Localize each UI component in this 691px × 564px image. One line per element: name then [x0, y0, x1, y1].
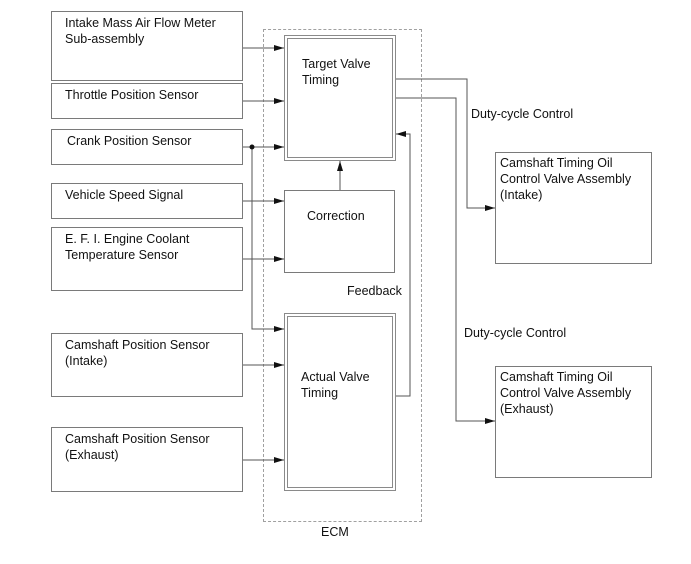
block-label: Actual Valve Timing: [301, 370, 370, 400]
connector-crank-to-actual: [251, 147, 284, 332]
connector-feedback-actual-to-target: [396, 131, 411, 397]
block-label: Target Valve Timing: [302, 57, 371, 87]
junction-dot: [249, 144, 255, 150]
vvt-control-diagram: ECM Intake Mass Air Flow Meter Sub-assem…: [0, 0, 691, 564]
connector-target-to-ocv-exhaust: [396, 97, 495, 424]
